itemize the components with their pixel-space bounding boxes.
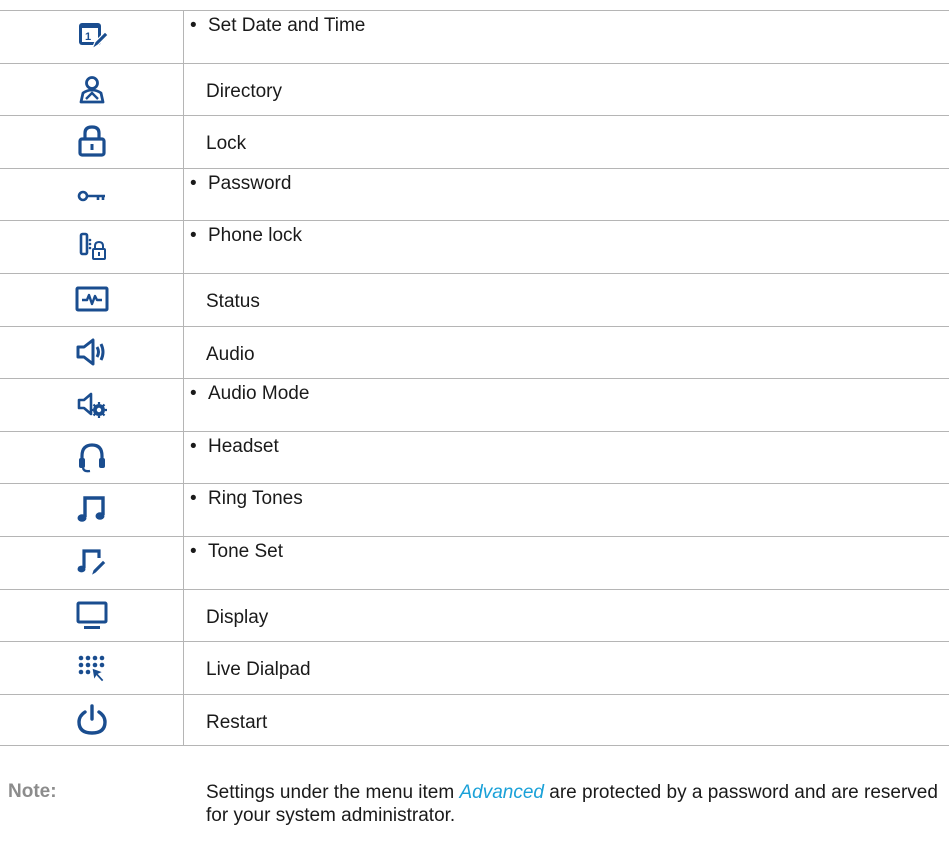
audio-mode-icon <box>74 386 110 422</box>
icon-cell: 1 <box>0 11 184 63</box>
row-label: • Ring Tones <box>190 488 303 510</box>
icon-cell <box>0 379 184 431</box>
icon-cell <box>0 589 184 642</box>
power-icon <box>74 702 110 738</box>
icon-cell <box>0 168 184 221</box>
row-label: • Password <box>190 172 292 194</box>
speaker-icon <box>74 334 110 370</box>
icon-cell <box>0 221 184 273</box>
row-label: • Audio Mode <box>190 383 310 405</box>
calendar-edit-icon: 1 <box>74 18 110 54</box>
note-text: Settings under the menu item Advanced ar… <box>206 782 938 826</box>
table-row: Lock <box>0 115 949 168</box>
table-row: • Tone Set <box>0 535 949 589</box>
table-row: Restart <box>0 693 949 747</box>
lock-icon <box>74 123 110 159</box>
table-row: Status <box>0 272 949 326</box>
table-row: • Phone lock <box>0 220 949 273</box>
music-note-icon <box>74 491 110 527</box>
note-section: Note: Settings under the menu item Advan… <box>0 778 949 855</box>
row-label: Audio <box>206 343 255 365</box>
icon-cell <box>0 63 184 116</box>
table-row: • Audio Mode <box>0 378 949 431</box>
row-label: Display <box>206 606 269 628</box>
status-monitor-icon <box>74 281 110 317</box>
key-icon <box>74 176 110 212</box>
tone-set-icon <box>74 544 110 580</box>
menu-table: 1 • Set Date and Time Directory Lock • P… <box>0 10 949 747</box>
table-row: Audio <box>0 325 949 379</box>
phone-lock-icon <box>74 228 110 264</box>
table-row: • Headset <box>0 430 949 484</box>
row-label: • Headset <box>190 435 279 457</box>
table-row: • Password <box>0 167 949 221</box>
svg-text:1: 1 <box>85 31 91 43</box>
table-row: Live Dialpad <box>0 641 949 694</box>
icon-cell <box>0 116 184 168</box>
icon-cell <box>0 431 184 484</box>
row-label: • Phone lock <box>190 225 303 247</box>
icon-cell <box>0 694 184 746</box>
row-label: • Tone Set <box>190 540 283 562</box>
display-icon <box>74 597 110 633</box>
icon-cell <box>0 273 184 326</box>
row-label: Directory <box>206 80 283 102</box>
row-label: Live Dialpad <box>206 659 311 681</box>
settings-menu-page: 1 • Set Date and Time Directory Lock • P… <box>0 0 949 855</box>
advanced-link[interactable]: Advanced <box>459 782 544 803</box>
icon-cell <box>0 326 184 379</box>
row-label: Lock <box>206 133 247 155</box>
table-row: Directory <box>0 62 949 116</box>
headset-icon <box>74 439 110 475</box>
table-row: 1 • Set Date and Time <box>0 10 949 63</box>
icon-cell <box>0 642 184 694</box>
note-label: Note: <box>8 781 57 802</box>
directory-icon <box>74 71 110 107</box>
row-label: Restart <box>206 711 268 733</box>
live-dialpad-icon <box>74 649 110 685</box>
table-row: • Ring Tones <box>0 483 949 536</box>
row-label: • Set Date and Time <box>190 15 366 36</box>
icon-cell <box>0 536 184 589</box>
row-label: Status <box>206 290 260 312</box>
table-row: Display <box>0 588 949 642</box>
icon-cell <box>0 484 184 536</box>
